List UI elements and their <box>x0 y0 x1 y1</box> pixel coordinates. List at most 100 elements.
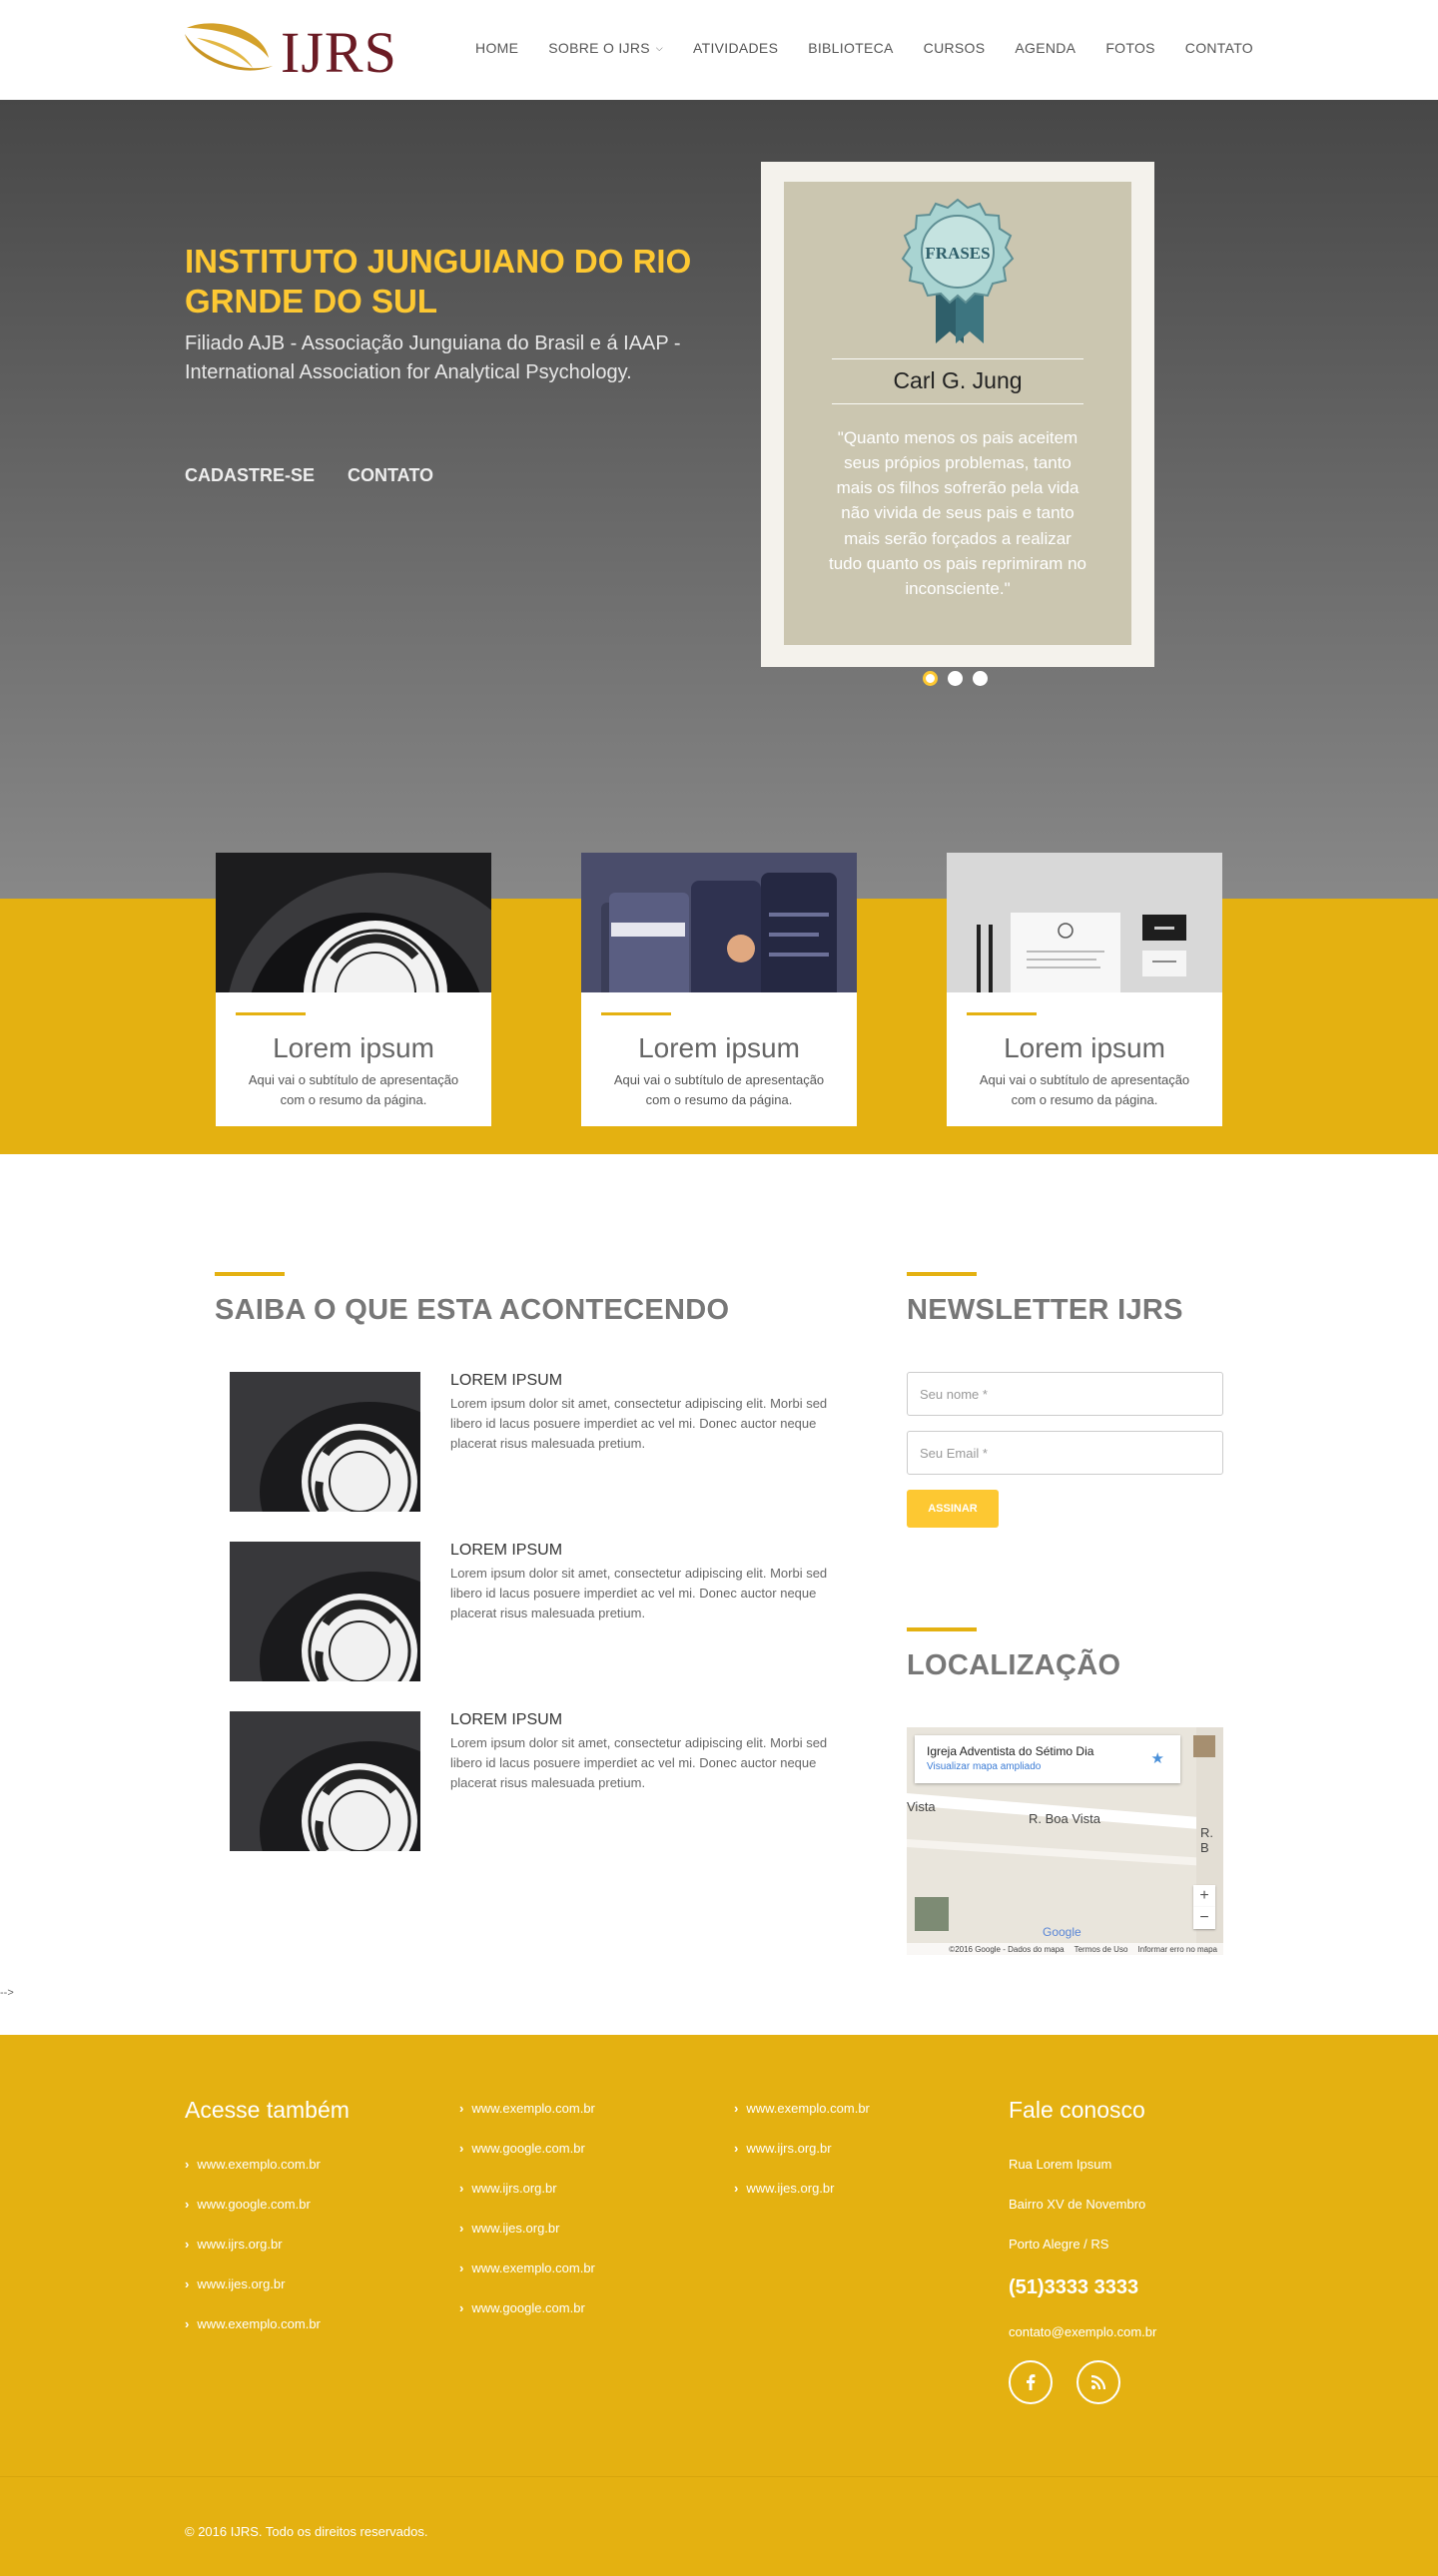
cadastre-se-link[interactable]: CADASTRE-SE <box>185 465 315 486</box>
feature-accent <box>236 1012 306 1015</box>
map-road-label: R. Boa Vista <box>1029 1811 1101 1826</box>
news-title: LOREM IPSUM <box>450 1542 563 1559</box>
zoom-in-button[interactable]: + <box>1193 1885 1215 1907</box>
feature-text: Aqui vai o subtítulo de apresentação com… <box>248 1072 459 1107</box>
feature-accent <box>601 1012 671 1015</box>
footer-email-link[interactable]: contato@exemplo.com.br <box>1009 2324 1156 2339</box>
footer-address-district: Bairro XV de Novembro <box>1009 2197 1146 2212</box>
footer-links-title: Acesse também <box>185 2097 350 2123</box>
footer-link[interactable]: www.ijes.org.br <box>459 2221 559 2236</box>
quote-panel: FRASES Carl G. Jung "Quanto menos os pai… <box>784 182 1131 645</box>
footer-address-street: Rua Lorem Ipsum <box>1009 2157 1112 2172</box>
map-copyright: ©2016 Google - Dados do mapa <box>949 1944 1065 1954</box>
slider-dot-1[interactable] <box>923 671 938 686</box>
footer-link[interactable]: www.exemplo.com.br <box>185 2316 321 2331</box>
zoom-out-button[interactable]: − <box>1193 1907 1215 1929</box>
location-map[interactable]: Igreja Adventista do Sétimo Dia Visualiz… <box>907 1727 1223 1955</box>
news-image <box>230 1711 420 1851</box>
copyright-text: © 2016 IJRS. Todo os direitos reservados… <box>185 2524 428 2539</box>
newsletter-name-input[interactable] <box>907 1372 1223 1416</box>
chevron-down-icon: ⌵ <box>655 42 663 53</box>
site-header: IJRS HOME SOBRE O IJRS ⌵ ATIVIDADES BIBLI… <box>0 0 1438 100</box>
footer-phone: (51)3333 3333 <box>1009 2276 1139 2298</box>
footer-link[interactable]: www.google.com.br <box>459 2141 584 2156</box>
map-road-label: R. B <box>1200 1825 1213 1855</box>
feature-image-malt-tonic <box>216 853 491 992</box>
newsletter-email-input[interactable] <box>907 1431 1223 1475</box>
footer-contact-title: Fale conosco <box>1009 2097 1145 2123</box>
news-item-2[interactable]: LOREM IPSUM Lorem ipsum dolor sit amet, … <box>230 1542 869 1681</box>
news-section-title: SAIBA O QUE ESTA ACONTECENDO <box>215 1294 730 1326</box>
nav-contato[interactable]: CONTATO <box>1185 40 1253 56</box>
stray-comment-text: --> <box>0 1987 14 1999</box>
map-place-card: Igreja Adventista do Sétimo Dia Visualiz… <box>915 1735 1180 1783</box>
feature-title: Lorem ipsum <box>1004 1032 1165 1063</box>
badge-label: FRASES <box>925 244 990 263</box>
ijrs-logo[interactable]: IJRS <box>183 18 397 82</box>
footer-link[interactable]: www.ijes.org.br <box>734 2181 834 2196</box>
feature-title: Lorem ipsum <box>638 1032 800 1063</box>
map-road-label: Vista <box>907 1799 936 1814</box>
slider-dot-3[interactable] <box>973 671 988 686</box>
news-accent <box>215 1272 285 1276</box>
map-enlarge-link[interactable]: Visualizar mapa ampliado <box>927 1761 1041 1772</box>
newsletter-title: NEWSLETTER IJRS <box>907 1294 1183 1326</box>
hero-title: INSTITUTO JUNGUIANO DO RIO GRNDE DO SUL <box>185 243 692 320</box>
location-accent <box>907 1627 977 1631</box>
location-title: LOCALIZAÇÃO <box>907 1649 1121 1681</box>
logo-text: IJRS <box>281 20 397 85</box>
rss-icon[interactable] <box>1077 2360 1120 2404</box>
nav-fotos[interactable]: FOTOS <box>1105 40 1154 56</box>
footer-link[interactable]: www.google.com.br <box>185 2197 310 2212</box>
slider-dot-2[interactable] <box>948 671 963 686</box>
quote-author: Carl G. Jung <box>893 367 1023 393</box>
hero-subtitle: Filiado AJB - Associação Junguiana do Br… <box>185 332 681 383</box>
nav-home[interactable]: HOME <box>475 40 518 56</box>
footer-link[interactable]: www.ijrs.org.br <box>734 2141 831 2156</box>
news-text: Lorem ipsum dolor sit amet, consectetur … <box>450 1735 828 1791</box>
subscribe-button[interactable]: ASSINAR <box>907 1490 999 1528</box>
footer-divider <box>0 2476 1438 2477</box>
nav-sobre[interactable]: SOBRE O IJRS ⌵ <box>548 40 663 56</box>
hero-links: CADASTRE-SE CONTATO <box>185 465 433 486</box>
hero-contato-link[interactable]: CONTATO <box>348 465 433 486</box>
map-terms-link[interactable]: Termos de Uso <box>1075 1945 1128 1954</box>
quote-rule-top <box>832 358 1083 359</box>
main-nav: HOME SOBRE O IJRS ⌵ ATIVIDADES BIBLIOTECA… <box>475 0 1253 96</box>
footer-link[interactable]: www.ijes.org.br <box>185 2276 285 2291</box>
footer-address-city: Porto Alegre / RS <box>1009 2237 1109 2252</box>
feature-text: Aqui vai o subtítulo de apresentação com… <box>613 1072 825 1107</box>
footer-link[interactable]: www.ijrs.org.br <box>185 2237 282 2252</box>
nav-atividades[interactable]: ATIVIDADES <box>693 40 778 56</box>
feature-image-stationery <box>947 853 1222 992</box>
nav-agenda[interactable]: AGENDA <box>1015 40 1076 56</box>
feature-text: Aqui vai o subtítulo de apresentação com… <box>979 1072 1190 1107</box>
footer-link[interactable]: www.exemplo.com.br <box>734 2101 870 2116</box>
map-footer: ©2016 Google - Dados do mapa Termos de U… <box>907 1943 1223 1955</box>
street-view-icon[interactable] <box>1193 1735 1215 1757</box>
news-item-3[interactable]: LOREM IPSUM Lorem ipsum dolor sit amet, … <box>230 1711 869 1851</box>
feature-card-3[interactable]: Lorem ipsum Aqui vai o subtítulo de apre… <box>947 853 1222 1126</box>
footer-link[interactable]: www.ijrs.org.br <box>459 2181 556 2196</box>
footer-link[interactable]: www.exemplo.com.br <box>459 2260 595 2275</box>
news-title: LOREM IPSUM <box>450 1372 563 1389</box>
footer-link[interactable]: www.exemplo.com.br <box>185 2157 321 2172</box>
news-text: Lorem ipsum dolor sit amet, consectetur … <box>450 1566 828 1621</box>
nav-biblioteca[interactable]: BIBLIOTECA <box>808 40 893 56</box>
footer-link[interactable]: www.exemplo.com.br <box>459 2101 595 2116</box>
feature-card-2[interactable]: Lorem ipsum Aqui vai o subtítulo de apre… <box>581 853 857 1126</box>
news-image <box>230 1542 420 1681</box>
slider-dots <box>923 671 988 686</box>
map-report-link[interactable]: Informar erro no mapa <box>1137 1945 1217 1954</box>
feature-card-1[interactable]: Lorem ipsum Aqui vai o subtítulo de apre… <box>216 853 491 1126</box>
hero-section: INSTITUTO JUNGUIANO DO RIO GRNDE DO SUL … <box>0 100 1438 899</box>
map-place-name: Igreja Adventista do Sétimo Dia <box>927 1744 1094 1758</box>
facebook-icon[interactable] <box>1009 2360 1053 2404</box>
newsletter-accent <box>907 1272 977 1276</box>
news-item-1[interactable]: LOREM IPSUM Lorem ipsum dolor sit amet, … <box>230 1372 869 1512</box>
quote-text: "Quanto menos os pais aceitem seus própi… <box>829 428 1086 598</box>
star-icon[interactable]: ★ <box>1151 1749 1164 1767</box>
footer-link[interactable]: www.google.com.br <box>459 2300 584 2315</box>
google-logo: Google <box>1043 1925 1081 1939</box>
nav-cursos[interactable]: CURSOS <box>924 40 986 56</box>
